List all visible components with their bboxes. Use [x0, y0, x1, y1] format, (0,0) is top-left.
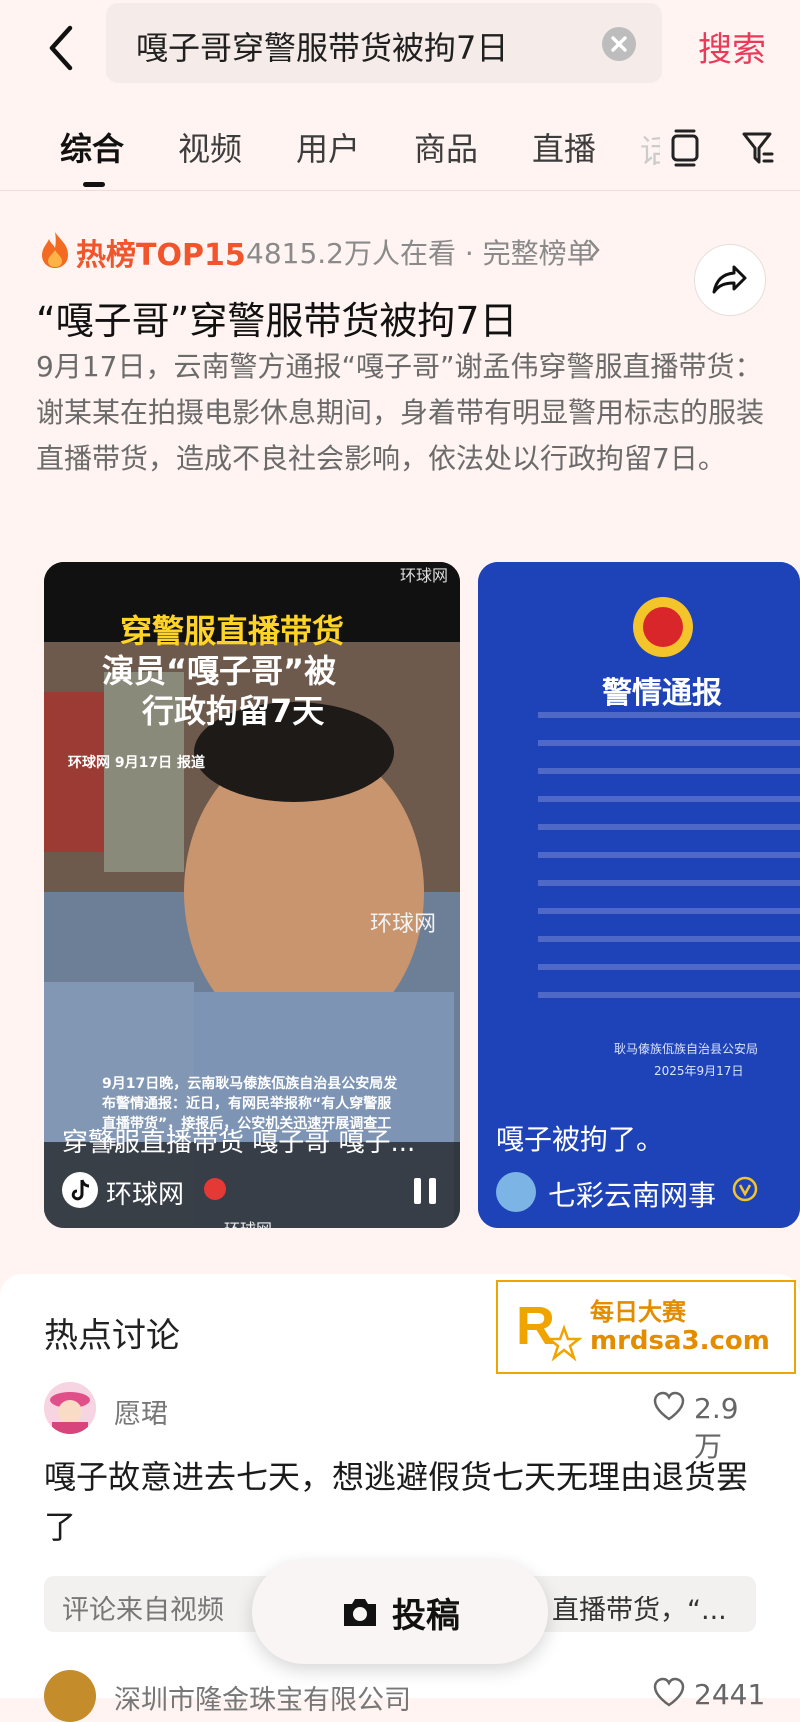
tab-user[interactable]: 用户: [296, 124, 360, 170]
notice-caption: 嘎子被拘了。: [496, 1123, 665, 1156]
video-account-name[interactable]: 环球网: [106, 1174, 184, 1211]
verified-badge-icon: [732, 1176, 758, 1202]
comment-username[interactable]: 愿珺: [114, 1392, 168, 1431]
post-button-label: 投稿: [392, 1596, 460, 1636]
hot-list-row[interactable]: 热榜TOP15 4815.2万人在看 · 完整榜单: [38, 226, 600, 276]
search-input[interactable]: 嘎子哥穿警服带货被拘7日: [136, 23, 508, 69]
video-watermark-mid: 环球网: [370, 912, 437, 937]
hot-rank-badge: 热榜TOP15: [76, 238, 246, 273]
video-card-huanqiu[interactable]: 环球网 穿警服直播带货 演员“嘎子哥”被 行政拘留7天 环球网 9月17日 报道…: [44, 562, 460, 1228]
category-tabs: 综合 视频 用户 商品 直播 话: [0, 110, 800, 191]
layout-toggle-button[interactable]: [668, 128, 702, 172]
flame-icon: [42, 232, 68, 268]
notice-date: 2025年9月17日: [654, 1064, 744, 1078]
comment-text: 嘎子故意进去七天，想逃避假货七天无理由退货罢了: [44, 1458, 749, 1546]
video-card-notice[interactable]: 警情通报 耿马傣族佤族自治县公安局 2025年9月17日 嘎子被拘了。 七彩云南…: [478, 562, 800, 1228]
back-button[interactable]: [40, 18, 84, 78]
source-chip-label: 评论来自视频: [62, 1595, 224, 1626]
notice-title: 警情通报: [602, 676, 722, 711]
search-box[interactable]: 嘎子哥穿警服带货被拘7日: [106, 3, 662, 83]
verified-badge-icon: [204, 1178, 226, 1200]
avatar-image: [44, 1382, 96, 1434]
active-tab-indicator: [83, 182, 105, 187]
heart-icon[interactable]: [652, 1676, 686, 1708]
post-button[interactable]: 投稿: [252, 1560, 548, 1664]
r-star-logo-icon: R: [516, 1296, 582, 1362]
avatar[interactable]: [44, 1382, 96, 1434]
svg-text:R: R: [516, 1296, 555, 1356]
share-button[interactable]: [694, 244, 766, 316]
tab-all[interactable]: 综合: [60, 124, 124, 170]
source-chip-tail: 直播带货，“...: [552, 1595, 727, 1626]
heart-icon[interactable]: [652, 1390, 686, 1422]
search-button[interactable]: 搜索: [698, 22, 766, 71]
tab-topic-partial[interactable]: 话: [640, 126, 660, 172]
section-title: 热点讨论: [44, 1316, 180, 1356]
next-like-count: 2441: [694, 1678, 766, 1711]
filter-button[interactable]: [740, 128, 774, 172]
video-title-line3: 行政拘留7天: [142, 692, 325, 730]
filter-icon: [742, 132, 774, 164]
video-watermark-top: 环球网: [400, 566, 449, 585]
comment-header: 愿珺 2.9万: [44, 1382, 756, 1463]
tab-live[interactable]: 直播: [532, 124, 596, 170]
video-caption: 穿警服直播带货 嘎子哥 嘎子...: [62, 1128, 416, 1158]
video-report-tag: 环球网 9月17日 报道: [68, 755, 205, 771]
notice-signature: 耿马傣族佤族自治县公安局: [614, 1042, 759, 1056]
video-watermark-bottom: 环球网: [224, 1216, 272, 1228]
layout-icon: [671, 129, 699, 167]
camera-icon: [344, 1599, 376, 1626]
hot-meta-text[interactable]: 4815.2万人在看 · 完整榜单: [246, 232, 595, 272]
topic-headline[interactable]: “嘎子哥”穿警服带货被拘7日: [36, 290, 518, 345]
tiktok-icon: [71, 1179, 90, 1201]
ad-banner[interactable]: R 每日大赛 mrdsa3.com: [496, 1280, 796, 1374]
clear-search-button[interactable]: [602, 27, 636, 61]
back-arrow-icon: [49, 25, 73, 71]
tab-goods[interactable]: 商品: [414, 124, 478, 170]
topic-summary: 9月17日，云南警方通报“嘎子哥”谢孟伟穿警服直播带货：谢某某在拍摄电影休息期间…: [36, 350, 765, 475]
tab-video[interactable]: 视频: [178, 124, 242, 170]
ad-title: 每日大赛: [590, 1298, 686, 1326]
top-bar: 嘎子哥穿警服带货被拘7日 搜索: [0, 0, 800, 100]
next-comment-header: 深圳市隆金珠宝有限公司 2441: [44, 1670, 765, 1722]
notice-account-name[interactable]: 七彩云南网事: [548, 1174, 716, 1214]
avatar[interactable]: [44, 1670, 96, 1722]
account-avatar: [496, 1172, 536, 1212]
account-avatar: [62, 1172, 98, 1208]
pause-icon[interactable]: [410, 1174, 440, 1208]
close-icon: [611, 36, 627, 52]
share-icon: [712, 265, 747, 294]
chevron-right-icon: [588, 239, 600, 261]
ad-domain: mrdsa3.com: [590, 1326, 770, 1356]
